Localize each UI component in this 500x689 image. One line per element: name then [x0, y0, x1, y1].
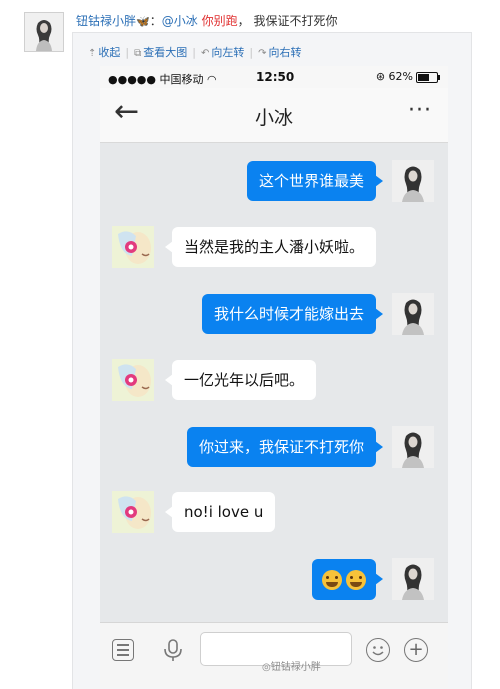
- battery-icon: [416, 71, 440, 83]
- chat-title: 小冰: [254, 107, 293, 129]
- view-large-label: 查看大图: [143, 46, 188, 59]
- status-right: ⊛ 62%: [375, 70, 440, 83]
- view-large-icon: ⧉: [134, 48, 142, 59]
- message-bubble-sent[interactable]: [312, 559, 383, 600]
- chat-nav-bar: ← 小冰 ···: [100, 88, 448, 143]
- rotate-right-button[interactable]: ↷ 向右转: [258, 44, 301, 60]
- toolbar-divider: |: [125, 46, 130, 59]
- microphone-icon[interactable]: [160, 637, 186, 663]
- status-time: 12:50: [256, 70, 295, 84]
- user-avatar[interactable]: [392, 558, 434, 600]
- message-bubble-sent[interactable]: 你过来，我保证不打死你: [186, 427, 384, 467]
- wifi-icon: ◠: [207, 73, 217, 86]
- toolbar-divider: |: [249, 46, 254, 59]
- member-badge-icon: 🦋: [136, 15, 150, 28]
- view-large-button[interactable]: ⧉ 查看大图: [134, 44, 187, 60]
- post-text: 钮钴禄小胖🦋：@小冰 你别跑， 我保证不打死你: [76, 12, 337, 29]
- xiaobing-avatar[interactable]: [112, 226, 154, 268]
- collapse-button[interactable]: ⇡ 收起: [88, 44, 120, 60]
- image-toolbar: ⇡ 收起 | ⧉ 查看大图 | ↶ 向左转 | ↷ 向右转: [88, 44, 301, 60]
- emoji-icon[interactable]: [366, 638, 390, 662]
- rotation-lock-icon: ⊛: [375, 70, 386, 83]
- poster-avatar[interactable]: [24, 12, 64, 52]
- user-avatar[interactable]: [392, 160, 434, 202]
- carrier-signal: ●●●●● 中国移动 ◠: [108, 71, 217, 87]
- mention-text: 你别跑: [201, 14, 238, 28]
- message-bubble-received[interactable]: 一亿光年以后吧。: [164, 360, 317, 400]
- toolbar-divider: |: [192, 46, 196, 59]
- mention-link[interactable]: @小冰: [162, 14, 198, 28]
- xiaobing-avatar[interactable]: [112, 491, 154, 533]
- message-bubble-sent[interactable]: 这个世界谁最美: [246, 161, 384, 201]
- post-message: 我保证不打死你: [253, 14, 338, 28]
- rotate-left-label: 向左转: [211, 46, 245, 59]
- post-comma: ，: [237, 14, 250, 28]
- collapse-icon: ⇡: [88, 48, 97, 59]
- carrier-label: ●●●●● 中国移动: [108, 73, 204, 86]
- xiaobing-avatar[interactable]: [112, 359, 154, 401]
- rotate-left-button[interactable]: ↶ 向左转: [201, 44, 244, 60]
- rotate-left-icon: ↶: [200, 48, 210, 59]
- user-avatar[interactable]: [392, 426, 434, 468]
- chat-input-bar: +: [100, 622, 448, 688]
- grin-emoji-icon: [346, 569, 366, 590]
- rotate-right-label: 向右转: [268, 46, 302, 59]
- menu-list-icon[interactable]: [112, 639, 134, 661]
- message-bubble-received[interactable]: no!i love u: [164, 492, 276, 532]
- post-colon: ：: [149, 14, 162, 28]
- status-bar: ●●●●● 中国移动 ◠ 12:50 ⊛ 62%: [100, 66, 448, 88]
- poster-username[interactable]: 钮钴禄小胖: [76, 14, 136, 28]
- grin-emoji-icon: [322, 569, 342, 590]
- user-avatar[interactable]: [392, 293, 434, 335]
- battery-percent: 62%: [388, 70, 413, 83]
- plus-icon[interactable]: +: [404, 638, 428, 662]
- more-options-icon[interactable]: ···: [408, 98, 432, 123]
- chat-screenshot[interactable]: ●●●●● 中国移动 ◠ 12:50 ⊛ 62% ← 小冰 ··· 这个世界谁最…: [100, 66, 448, 688]
- message-bubble-received[interactable]: 当然是我的主人潘小妖啦。: [164, 227, 377, 267]
- collapse-label: 收起: [98, 46, 121, 59]
- weibo-watermark: ◎钮钴禄小胖: [262, 662, 321, 673]
- message-bubble-sent[interactable]: 我什么时候才能嫁出去: [201, 294, 384, 334]
- rotate-right-icon: ↷: [258, 48, 267, 59]
